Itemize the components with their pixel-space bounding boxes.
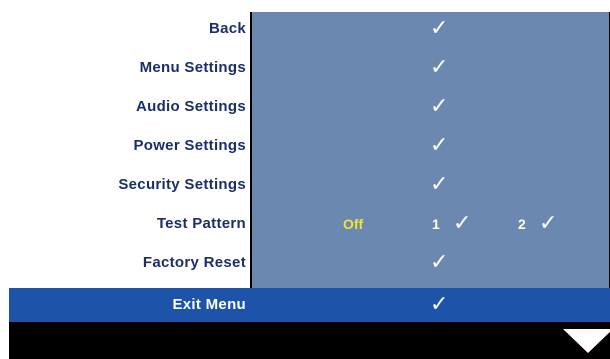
menu-item-label: Power Settings <box>133 137 246 154</box>
menu-item-audio-settings[interactable]: Audio Settings ✓ <box>9 90 610 124</box>
osd-footer <box>9 322 610 359</box>
test-pattern-option-2[interactable]: 2 <box>518 207 526 241</box>
menu-item-factory-reset[interactable]: Factory Reset ✓ <box>9 246 610 280</box>
menu-item-menu-settings[interactable]: Menu Settings ✓ <box>9 51 610 85</box>
checkmark-icon: ✓ <box>430 292 449 317</box>
test-pattern-option-1[interactable]: 1 <box>432 207 440 241</box>
cropped-heading-fragment <box>0 0 610 12</box>
menu-item-exit-menu[interactable]: Exit Menu ✓ <box>9 288 610 322</box>
menu-item-label: Factory Reset <box>142 254 246 271</box>
menu-item-label: Menu Settings <box>139 59 246 76</box>
menu-item-test-pattern[interactable]: Test Pattern Off 1 ✓ 2 ✓ <box>9 207 610 241</box>
menu-item-label: Security Settings <box>118 176 246 193</box>
menu-item-label: Test Pattern <box>156 215 246 232</box>
checkmark-icon: ✓ <box>430 16 449 41</box>
menu-item-security-settings[interactable]: Security Settings ✓ <box>9 168 610 202</box>
menu-item-label: Audio Settings <box>135 98 246 115</box>
menu-item-label: Exit Menu <box>172 296 246 313</box>
menu-item-label: Back <box>208 20 246 37</box>
checkmark-icon: ✓ <box>430 55 449 80</box>
checkmark-icon: ✓ <box>430 94 449 119</box>
projector-osd-menu: Back ✓ Menu Settings ✓ Audio Settings ✓ … <box>0 12 610 359</box>
checkmark-icon: ✓ <box>539 211 558 236</box>
checkmark-icon: ✓ <box>453 211 472 236</box>
checkmark-icon: ✓ <box>430 250 449 275</box>
test-pattern-off-option[interactable]: Off <box>343 207 363 241</box>
menu-item-back[interactable]: Back ✓ <box>9 12 610 46</box>
checkmark-icon: ✓ <box>430 133 449 158</box>
checkmark-icon: ✓ <box>430 172 449 197</box>
scroll-down-arrow-icon[interactable] <box>563 329 610 353</box>
osd-panel: Back ✓ Menu Settings ✓ Audio Settings ✓ … <box>9 12 610 359</box>
menu-item-power-settings[interactable]: Power Settings ✓ <box>9 129 610 163</box>
